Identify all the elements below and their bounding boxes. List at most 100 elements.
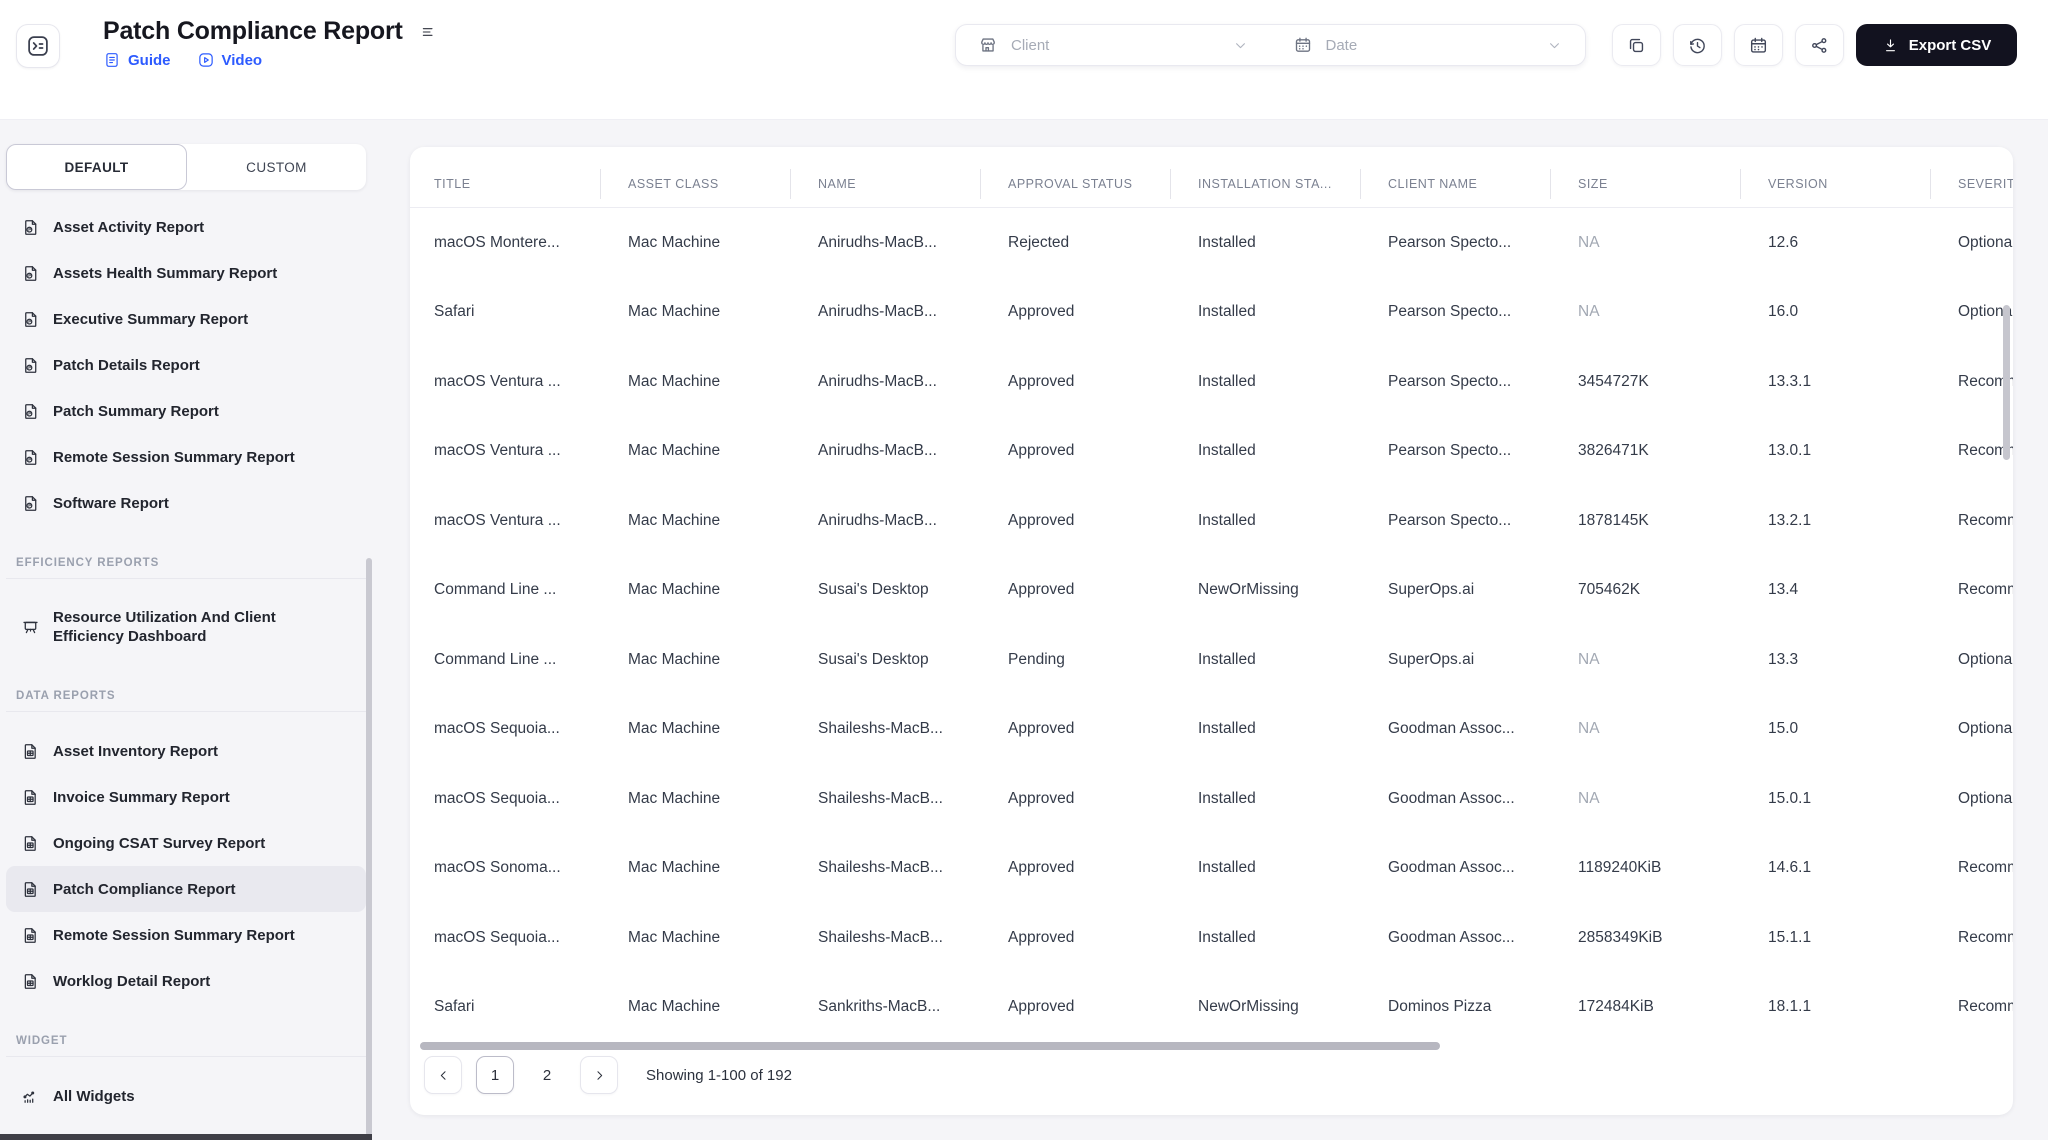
data-doc-icon xyxy=(21,972,40,991)
svg-text:P: P xyxy=(28,319,31,324)
table-row[interactable]: Command Line ... Mac Machine Susai's Deskt… xyxy=(410,625,2013,695)
sidebar-item-resource-utilization-and-client-efficiency-dashboard[interactable]: Resource Utilization And Client Efficien… xyxy=(6,595,366,659)
table-row[interactable]: Command Line ... Mac Machine Susai's Deskt… xyxy=(410,556,2013,626)
video-play-icon xyxy=(197,51,215,69)
table-cell: 1189240KiB xyxy=(1578,859,1662,877)
sidebar-item-software-report[interactable]: P Software Report xyxy=(6,480,366,526)
table-cell: Approved xyxy=(1008,372,1075,390)
table-row[interactable]: macOS Ventura ... Mac Machine Anirudhs-Mac… xyxy=(410,486,2013,556)
report-app-button[interactable] xyxy=(16,24,60,68)
sidebar-item-patch-summary-report[interactable]: P Patch Summary Report xyxy=(6,388,366,434)
table-cell: macOS Sequoia... xyxy=(434,928,560,946)
column-header-installation-sta: INSTALLATION STA... xyxy=(1170,177,1360,191)
column-header-approval-status: APPROVAL STATUS xyxy=(980,177,1170,191)
table-cell: 12.6 xyxy=(1768,233,1799,251)
chevron-right-icon xyxy=(592,1068,607,1083)
table-row[interactable]: macOS Sonoma... Mac Machine Shaileshs-MacB… xyxy=(410,834,2013,904)
table-cell: Safari xyxy=(434,998,475,1016)
next-page-button[interactable] xyxy=(580,1056,618,1094)
history-button[interactable] xyxy=(1673,24,1722,66)
table-cell: Approved xyxy=(1008,303,1075,321)
video-link[interactable]: Video xyxy=(197,51,263,69)
sidebar-item-patch-compliance-report[interactable]: Patch Compliance Report xyxy=(6,866,366,912)
sidebar-item-executive-summary-report[interactable]: P Executive Summary Report xyxy=(6,296,366,342)
table-cell: Mac Machine xyxy=(628,303,721,321)
client-filter-dropdown[interactable]: Client xyxy=(956,25,1271,65)
sidebar-item-remote-session-summary-report[interactable]: P Remote Session Summary Report xyxy=(6,434,366,480)
page-number-2[interactable]: 2 xyxy=(528,1056,566,1094)
table-cell: NA xyxy=(1578,650,1600,668)
table-cell: Mac Machine xyxy=(628,720,721,738)
report-summary-icon[interactable] xyxy=(420,24,436,40)
table-cell: 705462K xyxy=(1578,581,1641,599)
table-cell: 14.6.1 xyxy=(1768,859,1812,877)
table-cell: Installed xyxy=(1198,859,1256,877)
horizontal-scrollbar[interactable] xyxy=(420,1042,1440,1050)
sidebar-scrollbar[interactable] xyxy=(366,558,372,1136)
widgets-icon xyxy=(21,1087,40,1106)
data-doc-icon xyxy=(21,880,40,899)
video-link-label: Video xyxy=(221,51,263,69)
schedule-button[interactable] xyxy=(1734,24,1783,66)
table-row[interactable]: macOS Sequoia... Mac Machine Shaileshs-Mac… xyxy=(410,764,2013,834)
table-cell: Anirudhs-MacB... xyxy=(818,233,937,251)
sidebar-item-remote-session-summary-report[interactable]: Remote Session Summary Report xyxy=(6,912,366,958)
table-header-row: TITLE ASSET CLASS NAME APPROVAL STATUS INSTA… xyxy=(410,161,2013,208)
sidebar-item-all-widgets[interactable]: All Widgets xyxy=(6,1073,366,1119)
table-row[interactable]: macOS Montere... Mac Machine Anirudhs-MacB… xyxy=(410,208,2013,278)
table-cell: 172484KiB xyxy=(1578,998,1654,1016)
table-cell: macOS Sequoia... xyxy=(434,720,560,738)
table-row[interactable]: macOS Sequoia... Mac Machine Shaileshs-Mac… xyxy=(410,695,2013,765)
prev-page-button[interactable] xyxy=(424,1056,462,1094)
share-button[interactable] xyxy=(1795,24,1844,66)
sidebar-item-label: Patch Compliance Report xyxy=(53,880,236,898)
sidebar-group-items: P Asset Activity Report P Assets Health Sum… xyxy=(6,204,366,526)
sidebar-tabs: DEFAULT CUSTOM xyxy=(6,144,366,190)
report-console-icon xyxy=(25,33,51,59)
sidebar-item-assets-health-summary-report[interactable]: P Assets Health Summary Report xyxy=(6,250,366,296)
sidebar-section-heading-widget: WIDGET xyxy=(16,1035,68,1047)
sidebar-item-asset-activity-report[interactable]: P Asset Activity Report xyxy=(6,204,366,250)
table-cell: Anirudhs-MacB... xyxy=(818,511,937,529)
table-cell: 15.1.1 xyxy=(1768,928,1812,946)
table-row[interactable]: macOS Ventura ... Mac Machine Anirudhs-Mac… xyxy=(410,347,2013,417)
svg-text:P: P xyxy=(28,227,31,232)
sidebar-item-patch-details-report[interactable]: P Patch Details Report xyxy=(6,342,366,388)
sidebar-item-label: Assets Health Summary Report xyxy=(53,264,278,282)
sidebar-item-label: Asset Activity Report xyxy=(53,218,205,236)
sidebar-item-invoice-summary-report[interactable]: Invoice Summary Report xyxy=(6,774,366,820)
table-cell: Optional xyxy=(1958,303,2013,321)
table-cell: Shaileshs-MacB... xyxy=(818,789,943,807)
sidebar-item-ongoing-csat-survey-report[interactable]: Ongoing CSAT Survey Report xyxy=(6,820,366,866)
table-cell: Recommended xyxy=(1958,372,2013,390)
data-doc-icon xyxy=(21,834,40,853)
sidebar-item-worklog-detail-report[interactable]: Worklog Detail Report xyxy=(6,958,366,1004)
table-row[interactable]: macOS Sequoia... Mac Machine Shaileshs-Mac… xyxy=(410,903,2013,973)
data-doc-icon xyxy=(21,742,40,761)
date-filter-dropdown[interactable]: Date xyxy=(1271,25,1586,65)
sidebar-item-asset-inventory-report[interactable]: Asset Inventory Report xyxy=(6,728,366,774)
table-cell: Approved xyxy=(1008,859,1075,877)
copy-report-button[interactable] xyxy=(1612,24,1661,66)
table-cell: Sankriths-MacB... xyxy=(818,998,941,1016)
table-cell: 13.3 xyxy=(1768,650,1799,668)
date-filter-value: Date xyxy=(1325,36,1358,54)
tab-default[interactable]: DEFAULT xyxy=(6,144,187,190)
guide-link[interactable]: Guide xyxy=(103,51,171,69)
export-csv-button[interactable]: Export CSV xyxy=(1856,24,2017,66)
sidebar-item-label: Resource Utilization And Client Efficien… xyxy=(53,609,276,645)
report-doc-icon: P xyxy=(21,402,40,421)
table-row[interactable]: macOS Ventura ... Mac Machine Anirudhs-Mac… xyxy=(410,417,2013,487)
table-row[interactable]: Safari Mac Machine Anirudhs-MacB... Approve… xyxy=(410,278,2013,348)
sidebar-item-label: Worklog Detail Report xyxy=(53,972,211,990)
tab-custom[interactable]: CUSTOM xyxy=(187,144,366,190)
table-row[interactable]: Safari Mac Machine Sankriths-MacB... Approv… xyxy=(410,973,2013,1043)
vertical-scrollbar[interactable] xyxy=(2003,305,2010,460)
sidebar-item-label: Patch Details Report xyxy=(53,356,200,374)
table-cell: Mac Machine xyxy=(628,442,721,460)
table-cell: Pearson Specto... xyxy=(1388,233,1512,251)
table-cell: Safari xyxy=(434,303,475,321)
table-cell: Pearson Specto... xyxy=(1388,511,1512,529)
page-number-1[interactable]: 1 xyxy=(476,1056,514,1094)
table-cell: Anirudhs-MacB... xyxy=(818,303,937,321)
